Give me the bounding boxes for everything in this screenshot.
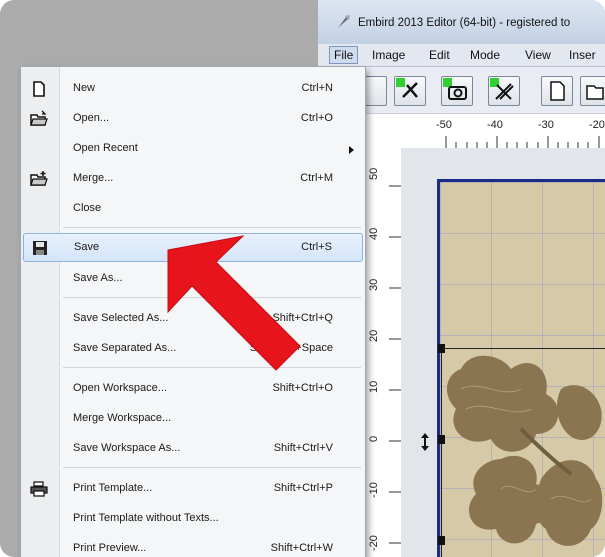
- screenshot-frame: Embird 2013 Editor (64-bit) - registered…: [0, 0, 605, 557]
- red-arrow-annotation: [167, 235, 301, 371]
